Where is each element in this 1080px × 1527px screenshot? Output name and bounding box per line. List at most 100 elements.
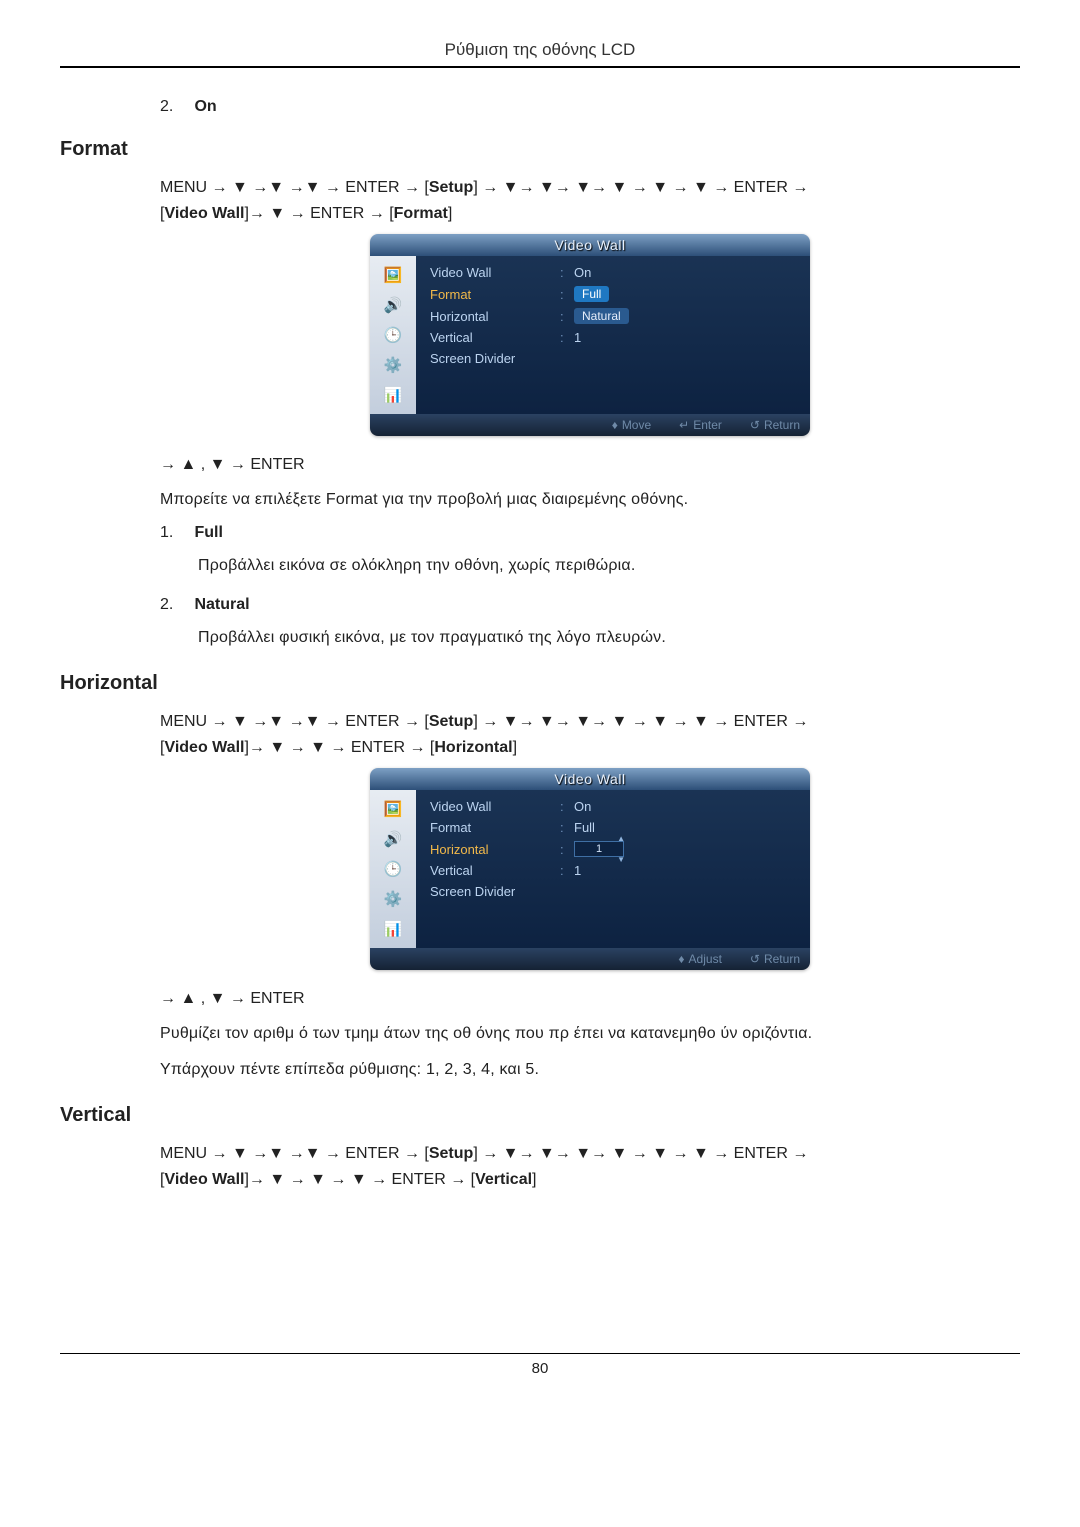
heading-horizontal: Horizontal: [60, 672, 1020, 695]
osd-row-videowall: Video Wall : On: [430, 262, 800, 283]
nav-text: ] → ▼→ ▼→ ▼→ ▼ → ▼ → ▼ → ENTER →: [473, 1145, 808, 1162]
osd-label: Horizontal: [430, 842, 560, 857]
nav-format: Format: [394, 205, 448, 222]
nav-setup: Setup: [429, 1145, 473, 1162]
osd-pill-natural: Natural: [574, 308, 629, 324]
list-number: 1.: [160, 524, 190, 542]
colon-icon: :: [560, 799, 574, 814]
osd-footer-move: ♦ Move: [612, 418, 651, 432]
colon-icon: :: [560, 309, 574, 324]
osd-value: 1: [574, 863, 581, 878]
full-description: Προβάλλει εικόνα σε ολόκληρη την οθόνη, …: [198, 554, 1020, 578]
nav-text: ]: [448, 205, 452, 222]
picture-icon: 🖼️: [377, 796, 409, 822]
colon-icon: :: [560, 820, 574, 835]
osd-label: Horizontal: [430, 309, 560, 324]
osd-row-format: Format : Full: [430, 283, 800, 305]
osd-menu: Video Wall : On Format : Full Horizontal…: [416, 256, 810, 414]
osd-row-vertical: Vertical : 1: [430, 860, 800, 881]
horizontal-levels: Υπάρχουν πέντε επίπεδα ρύθμισης: 1, 2, 3…: [160, 1058, 1020, 1082]
osd-row-vertical: Vertical : 1: [430, 327, 800, 348]
osd-number-spinner: ▲▼: [574, 841, 624, 857]
chart-icon: 📊: [377, 916, 409, 942]
clock-icon: 🕒: [377, 322, 409, 348]
osd-footer-return: ↺ Return: [750, 418, 800, 432]
list-item-natural: 2. Natural: [160, 596, 1020, 614]
list-number: 2.: [160, 596, 190, 614]
osd-row-horizontal: Horizontal : Natural: [430, 305, 800, 327]
osd-title: Video Wall: [370, 768, 810, 790]
nav-text: MENU → ▼ →▼ →▼ → ENTER → [: [160, 1145, 429, 1162]
horizontal-description: Ρυθμίζει τον αριθμ ό των τμημ άτων της ο…: [160, 1022, 1020, 1046]
osd-row-format: Format : Full: [430, 817, 800, 838]
osd-pill-full: Full: [574, 286, 609, 302]
nav-sequence-format: MENU → ▼ →▼ →▼ → ENTER → [Setup] → ▼→ ▼→…: [160, 175, 1020, 226]
sub-nav-horizontal: → ▲ , ▼ → ENTER: [160, 990, 1020, 1008]
nav-horizontal: Horizontal: [434, 739, 512, 756]
list-label-on: On: [194, 98, 216, 115]
heading-vertical: Vertical: [60, 1104, 1020, 1127]
nav-text: MENU → ▼ →▼ →▼ → ENTER → [: [160, 179, 429, 196]
list-item-full: 1. Full: [160, 524, 1020, 542]
page-footer: 80: [60, 1353, 1020, 1377]
osd-row-videowall: Video Wall : On: [430, 796, 800, 817]
nav-videowall: Video Wall: [164, 205, 244, 222]
nav-text: ]→ ▼ → ▼ → ▼ → ENTER → [: [244, 1171, 475, 1188]
osd-label: Format: [430, 287, 560, 302]
osd-row-divider: Screen Divider: [430, 348, 800, 369]
gear-icon: ⚙️: [377, 352, 409, 378]
osd-value: 1: [574, 330, 581, 345]
osd-label: Vertical: [430, 863, 560, 878]
osd-footer: ♦ Adjust ↺ Return: [370, 948, 810, 970]
nav-setup: Setup: [429, 179, 473, 196]
picture-icon: 🖼️: [377, 262, 409, 288]
osd-screenshot-horizontal: Video Wall 🖼️ 🔊 🕒 ⚙️ 📊 Video Wall : On: [160, 768, 1020, 970]
nav-text: ]→ ▼ → ENTER → [: [244, 205, 393, 222]
osd-icon-rail: 🖼️ 🔊 🕒 ⚙️ 📊: [370, 256, 416, 414]
chart-icon: 📊: [377, 382, 409, 408]
natural-description: Προβάλλει φυσική εικόνα, με τον πραγματι…: [198, 626, 1020, 650]
osd-value: Full: [574, 820, 595, 835]
format-description: Μπορείτε να επιλέξετε Format για την προ…: [160, 488, 1020, 512]
gear-icon: ⚙️: [377, 886, 409, 912]
osd-label: Vertical: [430, 330, 560, 345]
nav-videowall: Video Wall: [164, 1171, 244, 1188]
nav-sequence-horizontal: MENU → ▼ →▼ →▼ → ENTER → [Setup] → ▼→ ▼→…: [160, 709, 1020, 760]
nav-text: ]: [513, 739, 517, 756]
list-label-full: Full: [194, 524, 222, 541]
nav-videowall: Video Wall: [164, 739, 244, 756]
nav-sequence-vertical: MENU → ▼ →▼ →▼ → ENTER → [Setup] → ▼→ ▼→…: [160, 1141, 1020, 1192]
colon-icon: :: [560, 265, 574, 280]
osd-row-divider: Screen Divider: [430, 881, 800, 902]
osd-footer-adjust: ♦ Adjust: [678, 952, 721, 966]
sound-icon: 🔊: [377, 826, 409, 852]
nav-text: MENU → ▼ →▼ →▼ → ENTER → [: [160, 713, 429, 730]
list-number: 2.: [160, 98, 190, 116]
sub-nav-format: → ▲ , ▼ → ENTER: [160, 456, 1020, 474]
colon-icon: :: [560, 330, 574, 345]
clock-icon: 🕒: [377, 856, 409, 882]
osd-value: On: [574, 265, 591, 280]
list-label-natural: Natural: [194, 596, 249, 613]
colon-icon: :: [560, 287, 574, 302]
chevron-up-icon: ▲: [617, 834, 625, 843]
colon-icon: :: [560, 863, 574, 878]
osd-label: Format: [430, 820, 560, 835]
nav-text: ]: [532, 1171, 536, 1188]
osd-label: Video Wall: [430, 265, 560, 280]
osd-footer-return: ↺ Return: [750, 952, 800, 966]
osd-footer-enter: ↵ Enter: [679, 418, 722, 432]
osd-title: Video Wall: [370, 234, 810, 256]
nav-vertical: Vertical: [475, 1171, 532, 1188]
colon-icon: :: [560, 842, 574, 857]
chevron-down-icon: ▼: [617, 855, 625, 864]
nav-text: ] → ▼→ ▼→ ▼→ ▼ → ▼ → ▼ → ENTER →: [473, 179, 808, 196]
nav-setup: Setup: [429, 713, 473, 730]
nav-text: ]→ ▼ → ▼ → ENTER → [: [244, 739, 434, 756]
osd-icon-rail: 🖼️ 🔊 🕒 ⚙️ 📊: [370, 790, 416, 948]
nav-text: ] → ▼→ ▼→ ▼→ ▼ → ▼ → ▼ → ENTER →: [473, 713, 808, 730]
page-number: 80: [532, 1360, 549, 1377]
osd-footer: ♦ Move ↵ Enter ↺ Return: [370, 414, 810, 436]
sound-icon: 🔊: [377, 292, 409, 318]
osd-value: On: [574, 799, 591, 814]
